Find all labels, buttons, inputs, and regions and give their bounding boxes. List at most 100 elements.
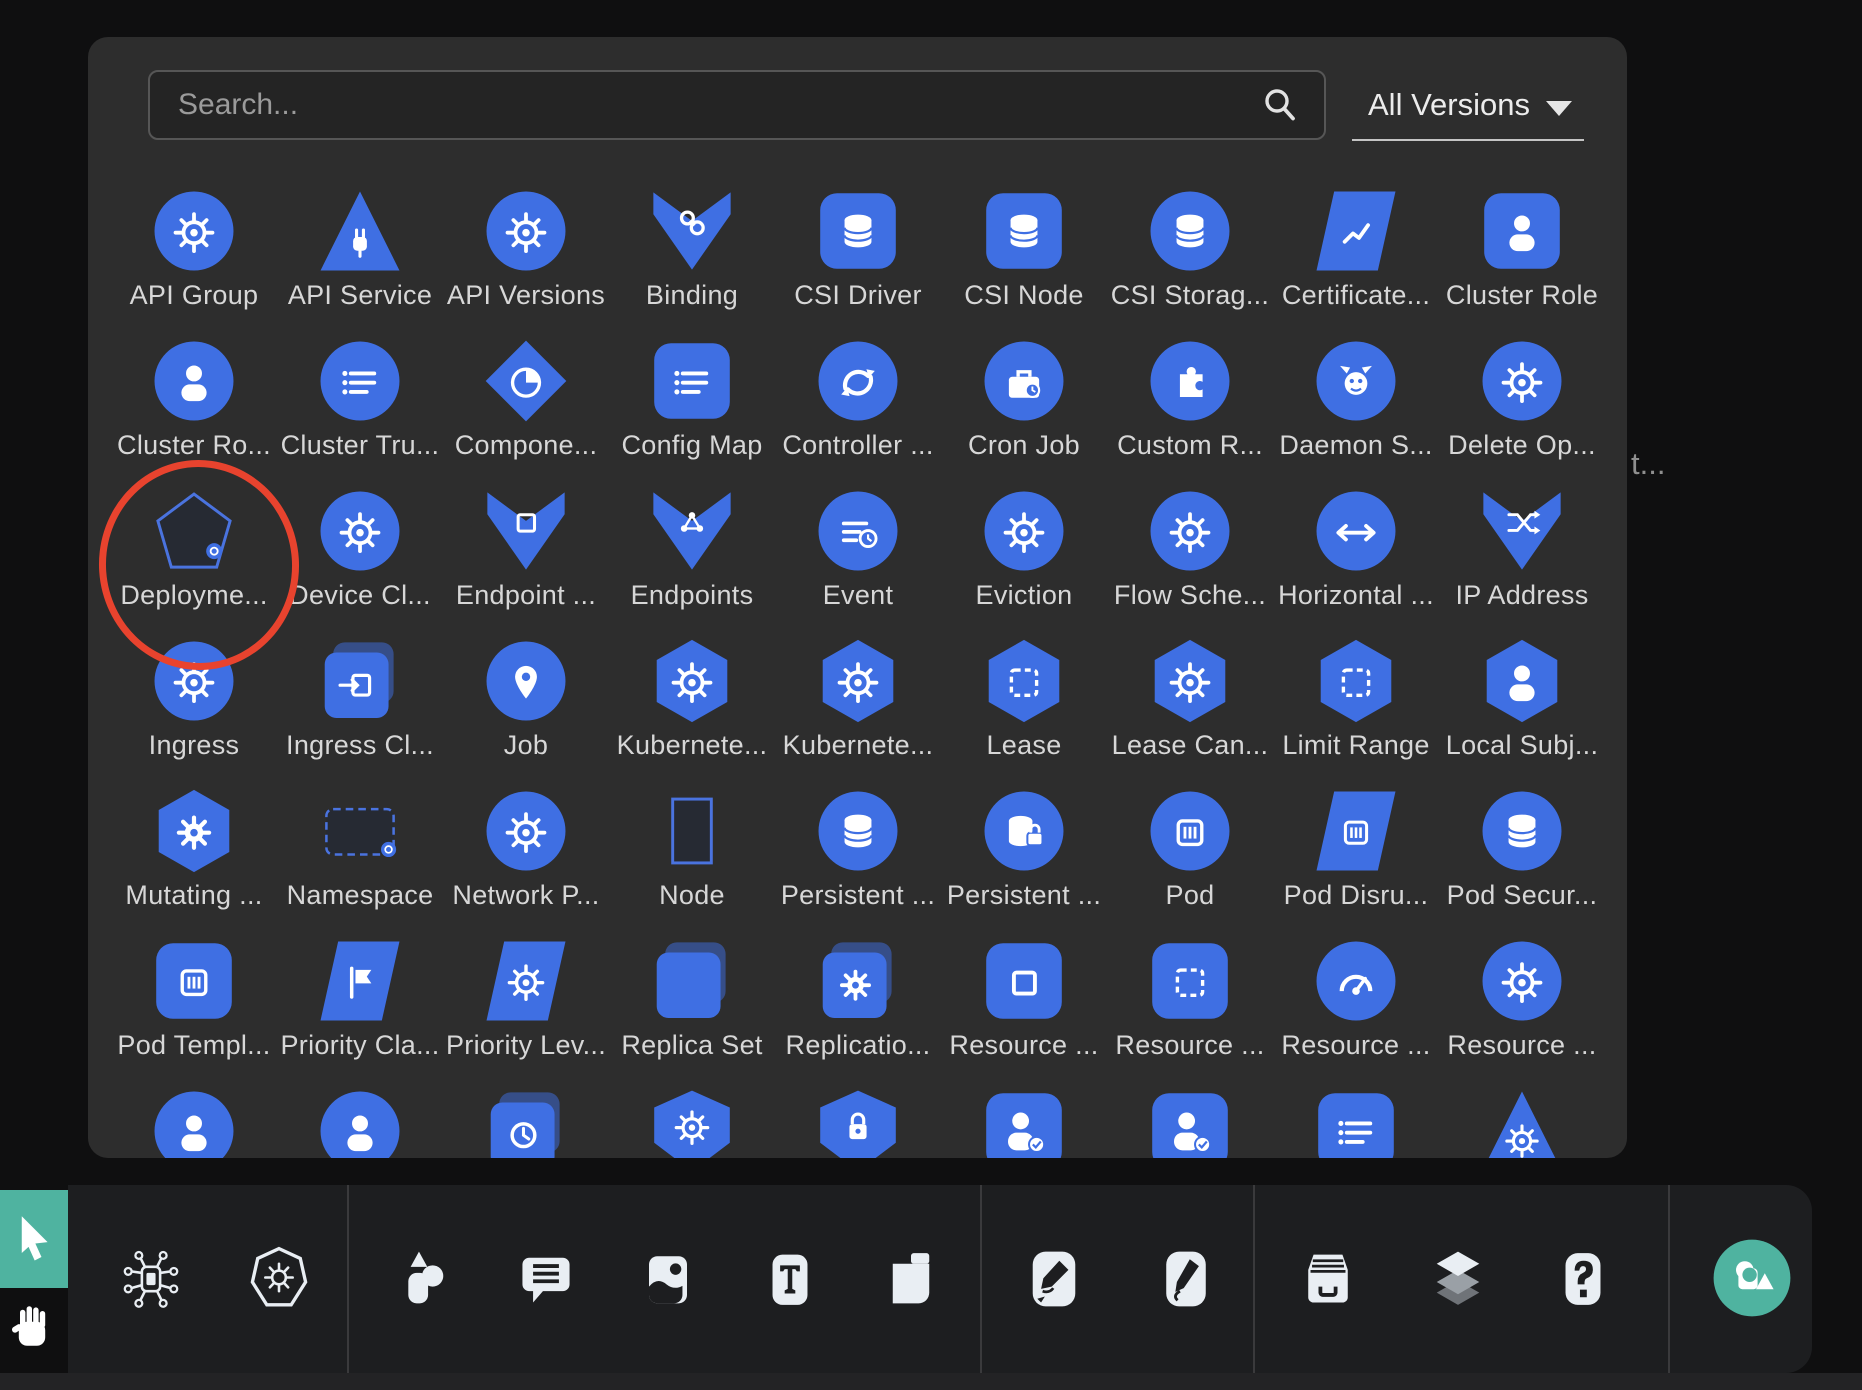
grid-item-csi-storag[interactable]: CSI Storag... — [1107, 189, 1273, 339]
grid-item-label: Mutating ... — [125, 880, 262, 911]
grid-item-replica-set[interactable]: Replica Set — [609, 939, 775, 1089]
grid-item-resource-2[interactable]: Resource ... — [1273, 939, 1439, 1089]
kubernetes-tool-button[interactable] — [241, 1241, 317, 1317]
search-icon[interactable] — [1260, 85, 1300, 125]
grid-item-endpoints[interactable]: Endpoints — [609, 489, 775, 639]
grid-item-limit-range[interactable]: Limit Range — [1273, 639, 1439, 789]
resource-2-icon — [1314, 939, 1398, 1023]
grid-item-ingress-cl[interactable]: Ingress Cl... — [277, 639, 443, 789]
toolbar-divider — [1253, 1185, 1255, 1373]
grid-item-controller[interactable]: Controller ... — [775, 339, 941, 489]
grid-item-local-subj[interactable]: Local Subj... — [1439, 639, 1605, 789]
grid-item-endpoint[interactable]: Endpoint ... — [443, 489, 609, 639]
grid-item-lease-can[interactable]: Lease Can... — [1107, 639, 1273, 789]
grid-item-row7-col9[interactable] — [1439, 1089, 1605, 1158]
network-p-icon — [484, 789, 568, 873]
grid-item-api-versions[interactable]: API Versions — [443, 189, 609, 339]
grid-item-label: Node — [659, 880, 725, 911]
grid-item-replicatio[interactable]: Replicatio... — [775, 939, 941, 1089]
grid-item-row7-col7[interactable] — [1107, 1089, 1273, 1158]
grid-item-label: Delete Op... — [1448, 430, 1596, 461]
grid-item-persistent-1[interactable]: Persistent ... — [941, 789, 1107, 939]
version-filter-dropdown[interactable]: All Versions — [1352, 73, 1598, 139]
grid-item-certificate[interactable]: Certificate... — [1273, 189, 1439, 339]
grid-item-row7-col3[interactable] — [443, 1089, 609, 1158]
grid-item-csi-driver[interactable]: CSI Driver — [775, 189, 941, 339]
toolbar-divider — [1668, 1185, 1670, 1373]
grid-item-pod-disru[interactable]: Pod Disru... — [1273, 789, 1439, 939]
help-tool-button[interactable] — [1545, 1241, 1621, 1317]
grid-item-label: Kubernete... — [617, 730, 768, 761]
pencil-icon — [1148, 1241, 1224, 1317]
grid-item-label: Flow Sche... — [1114, 580, 1266, 611]
text-tool-button[interactable] — [752, 1241, 828, 1317]
grid-item-config-map[interactable]: Config Map — [609, 339, 775, 489]
grid-item-eviction[interactable]: Eviction — [941, 489, 1107, 639]
grid-item-label: IP Address — [1455, 580, 1588, 611]
select-tool-button[interactable] — [0, 1190, 68, 1288]
grid-item-device-cl[interactable]: Device Cl... — [277, 489, 443, 639]
comment-tool-button[interactable] — [508, 1241, 584, 1317]
grid-item-label: Pod — [1166, 880, 1215, 911]
grid-item-csi-node[interactable]: CSI Node — [941, 189, 1107, 339]
grid-item-pod-templ[interactable]: Pod Templ... — [111, 939, 277, 1089]
grid-item-horizontal[interactable]: Horizontal ... — [1273, 489, 1439, 639]
grid-item-cron-job[interactable]: Cron Job — [941, 339, 1107, 489]
image-tool-button[interactable] — [630, 1241, 706, 1317]
pen-tool-button[interactable] — [1016, 1241, 1092, 1317]
row7-col4-icon — [650, 1089, 734, 1158]
grid-item-api-service[interactable]: API Service — [277, 189, 443, 339]
grid-item-priority-cla[interactable]: Priority Cla... — [277, 939, 443, 1089]
grid-item-pod[interactable]: Pod — [1107, 789, 1273, 939]
grid-item-network-p[interactable]: Network P... — [443, 789, 609, 939]
grid-item-row7-col6[interactable] — [941, 1089, 1107, 1158]
grid-item-job[interactable]: Job — [443, 639, 609, 789]
grid-item-resource-1[interactable]: Resource ... — [1107, 939, 1273, 1089]
pencil-tool-button[interactable] — [1148, 1241, 1224, 1317]
note-tool-button[interactable] — [873, 1241, 949, 1317]
circuit-tool-button[interactable] — [113, 1241, 189, 1317]
lease-icon — [982, 639, 1066, 723]
layers-icon — [1420, 1241, 1496, 1317]
grid-item-namespace[interactable]: Namespace — [277, 789, 443, 939]
grid-item-lease[interactable]: Lease — [941, 639, 1107, 789]
grid-item-kubernete[interactable]: Kubernete... — [609, 639, 775, 789]
ingress-cl-icon — [318, 639, 402, 723]
grid-item-mutating[interactable]: Mutating ... — [111, 789, 277, 939]
pan-tool-button[interactable] — [2, 1294, 62, 1364]
hand-icon — [2, 1294, 62, 1364]
grid-item-resource-3[interactable]: Resource ... — [1439, 939, 1605, 1089]
grid-item-binding[interactable]: Binding — [609, 189, 775, 339]
grid-item-row7-col1[interactable] — [111, 1089, 277, 1158]
archive-tool-button[interactable] — [1290, 1241, 1366, 1317]
grid-item-row7-col2[interactable] — [277, 1089, 443, 1158]
layers-tool-button[interactable] — [1420, 1241, 1496, 1317]
pod-disru-icon — [1314, 789, 1398, 873]
grid-item-row7-col5[interactable] — [775, 1089, 941, 1158]
grid-item-pod-secur[interactable]: Pod Secur... — [1439, 789, 1605, 939]
grid-item-daemon-s[interactable]: Daemon S... — [1273, 339, 1439, 489]
grid-item-kubernete-1[interactable]: Kubernete... — [775, 639, 941, 789]
grid-item-cluster-role[interactable]: Cluster Role — [1439, 189, 1605, 339]
grid-item-delete-op[interactable]: Delete Op... — [1439, 339, 1605, 489]
grid-item-resource[interactable]: Resource ... — [941, 939, 1107, 1089]
grid-item-row7-col4[interactable] — [609, 1089, 775, 1158]
grid-item-cluster-tru[interactable]: Cluster Tru... — [277, 339, 443, 489]
search-input[interactable] — [150, 88, 1260, 122]
grid-item-priority-lev[interactable]: Priority Lev... — [443, 939, 609, 1089]
grid-item-custom-r[interactable]: Custom R... — [1107, 339, 1273, 489]
grid-item-flow-sche[interactable]: Flow Sche... — [1107, 489, 1273, 639]
grid-item-event[interactable]: Event — [775, 489, 941, 639]
grid-item-api-group[interactable]: API Group — [111, 189, 277, 339]
grid-item-persistent[interactable]: Persistent ... — [775, 789, 941, 939]
cluster-tru-icon — [318, 339, 402, 423]
shapes-tool-button[interactable] — [384, 1241, 460, 1317]
grid-item-compone[interactable]: Compone... — [443, 339, 609, 489]
grid-item-ip-address[interactable]: IP Address — [1439, 489, 1605, 639]
replicatio-icon — [816, 939, 900, 1023]
grid-item-node[interactable]: Node — [609, 789, 775, 939]
grid-item-row7-col8[interactable] — [1273, 1089, 1439, 1158]
shape-library-fab[interactable] — [1712, 1238, 1792, 1318]
grid-item-label: Horizontal ... — [1278, 580, 1434, 611]
grid-item-label: Custom R... — [1117, 430, 1263, 461]
